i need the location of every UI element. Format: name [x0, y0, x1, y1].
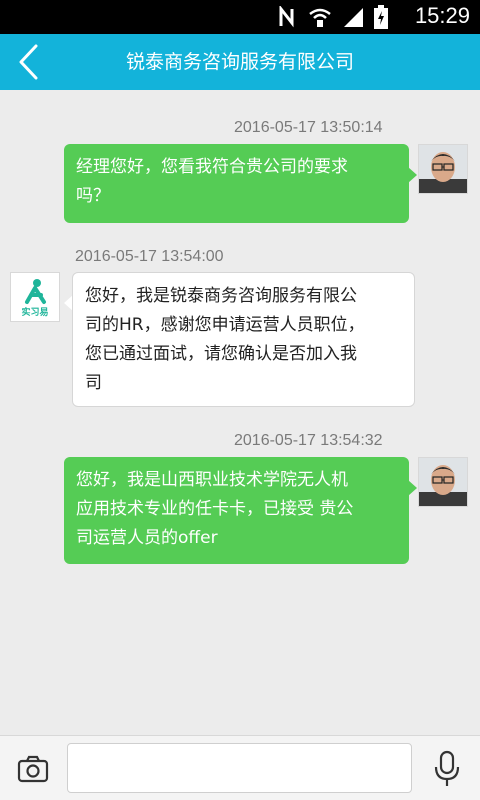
message-bubble-sent[interactable]: 经理您好，您看我符合贵公司的要求 吗？ — [64, 144, 409, 223]
message-input[interactable] — [67, 743, 412, 793]
back-button[interactable] — [0, 34, 56, 90]
status-bar: 15:29 — [0, 0, 480, 34]
bubble-tail — [408, 480, 417, 496]
camera-button[interactable] — [16, 752, 50, 786]
microphone-icon — [434, 750, 460, 786]
user-avatar-icon — [419, 145, 467, 193]
message-bubble-sent[interactable]: 您好，我是山西职业技术学院无人机 应用技术专业的任卡卡，已接受 贵公 司运营人员… — [64, 457, 409, 564]
chat-list[interactable]: 2016-05-17 13:50:14 经理您好，您看我符合贵公司的要求 吗？ … — [0, 90, 480, 735]
message-timestamp: 2016-05-17 13:50:14 — [234, 119, 383, 136]
message-line: 吗？ — [76, 186, 110, 206]
bubble-tail — [408, 167, 417, 183]
signal-icon — [344, 8, 363, 27]
nfc-icon — [279, 6, 294, 28]
camera-icon — [17, 755, 49, 783]
status-time: 15:29 — [414, 3, 470, 28]
user-avatar-icon — [419, 458, 467, 506]
wifi-icon — [309, 8, 331, 27]
avatar[interactable] — [418, 144, 468, 194]
message-bubble-received[interactable]: 您好，我是锐泰商务咨询服务有限公 司的HR，感谢您申请运营人员职位， 您已通过面… — [72, 272, 415, 407]
voice-button[interactable] — [430, 750, 464, 788]
message-line: 您好，我是锐泰商务咨询服务有限公 — [85, 286, 357, 306]
battery-icon — [374, 5, 388, 29]
chevron-left-icon — [19, 44, 38, 80]
message-line: 经理您好，您看我符合贵公司的要求 — [76, 157, 348, 177]
message-line: 司 — [85, 373, 102, 393]
message-line: 您好，我是山西职业技术学院无人机 — [76, 470, 348, 490]
company-avatar[interactable]: 实习易 — [10, 272, 60, 322]
message-input-bar — [0, 735, 480, 800]
message-line: 司的HR，感谢您申请运营人员职位， — [85, 315, 365, 335]
message-line: 您已通过面试，请您确认是否加入我 — [85, 344, 357, 364]
message-timestamp: 2016-05-17 13:54:00 — [75, 248, 224, 265]
page-title: 锐泰商务咨询服务有限公司 — [125, 51, 354, 73]
status-icons — [278, 5, 388, 29]
message-timestamp: 2016-05-17 13:54:32 — [234, 432, 383, 449]
app-bar: 锐泰商务咨询服务有限公司 — [0, 34, 480, 90]
message-line: 应用技术专业的任卡卡，已接受 贵公 — [76, 499, 354, 519]
avatar[interactable] — [418, 457, 468, 507]
message-line: 司运营人员的offer — [76, 528, 218, 548]
logo-text: 实习易 — [21, 308, 49, 318]
